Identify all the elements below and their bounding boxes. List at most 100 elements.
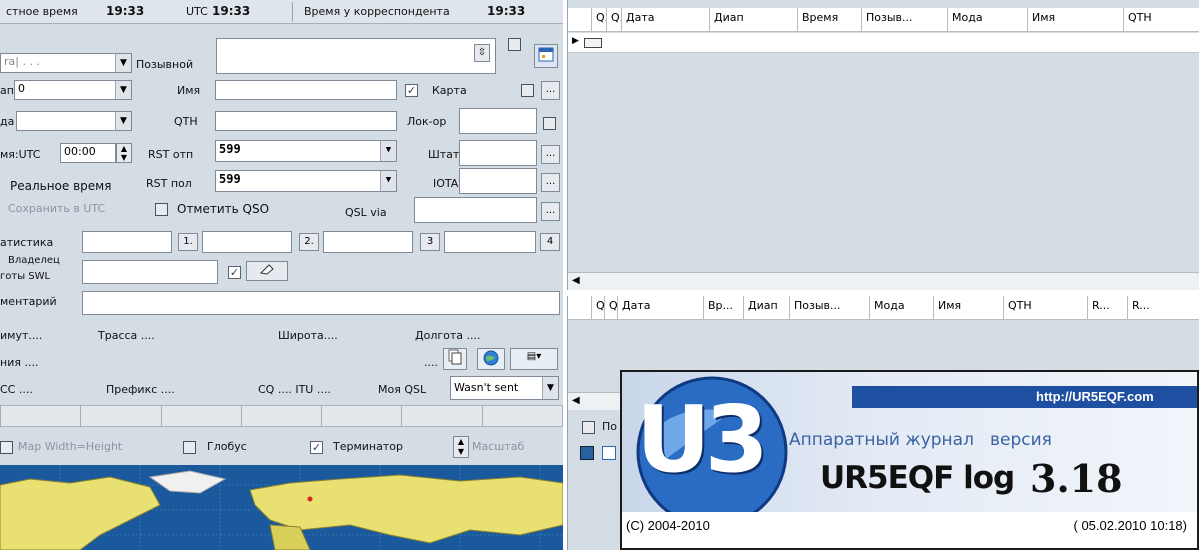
col-band[interactable]: Диап (710, 8, 798, 31)
divider (292, 2, 293, 22)
eraser-icon[interactable] (246, 261, 288, 281)
map-checkbox[interactable]: ✓ (405, 84, 418, 97)
cq-itu-label: CQ .... ITU .... (258, 383, 331, 396)
horizontal-scrollbar[interactable]: ◀ (568, 272, 1199, 290)
state-label: Штат (428, 148, 460, 161)
stats-button-2[interactable]: 2. (299, 233, 319, 251)
time-input[interactable]: 00:00 (60, 143, 116, 163)
qsl-via-label: QSL via (345, 206, 387, 219)
state-input[interactable] (459, 140, 537, 166)
col2-name[interactable]: Имя (934, 296, 1004, 319)
swl-label-2: готы SWL (0, 271, 51, 282)
country-dropdown[interactable]: ra| . . . ▼ (0, 53, 132, 73)
splash-banner: http://UR5EQF.com U3 Аппаратный журнал в… (622, 372, 1197, 512)
copyright-text: (C) 2004-2010 (626, 518, 710, 533)
stats-input-4[interactable] (444, 231, 536, 253)
comment-label: ментарий (0, 295, 57, 308)
table-row[interactable]: ▶ (568, 33, 1199, 53)
world-map[interactable] (0, 465, 563, 550)
qsl-via-input[interactable] (414, 197, 537, 223)
edit-row-icon (584, 38, 602, 48)
chevron-down-icon: ▼ (115, 54, 131, 72)
terminator-checkbox[interactable]: ✓ (310, 441, 323, 454)
col2-q1[interactable]: Q (592, 296, 605, 319)
stats-button-3[interactable]: 3 (420, 233, 440, 251)
mark-qso-checkbox[interactable] (155, 203, 168, 216)
comment-input[interactable] (82, 291, 560, 315)
calendar-icon[interactable] (534, 44, 558, 68)
prefix-label: Префикс .... (106, 383, 175, 396)
globe-icon[interactable] (477, 348, 505, 370)
name2-label: ния .... (0, 356, 39, 369)
save-utc-label[interactable]: Сохранить в UTC (8, 202, 105, 215)
stats-input-2[interactable] (202, 231, 292, 253)
ellipsis-button[interactable]: ... (541, 81, 560, 100)
ellipsis-button[interactable]: ... (541, 173, 560, 192)
map-option-checkbox[interactable] (521, 84, 534, 97)
col2-date[interactable]: Дата (618, 296, 704, 319)
splash-footer: (C) 2004-2010 ( 05.02.2010 10:18) (622, 512, 1197, 548)
globe-checkbox[interactable] (183, 441, 196, 454)
qso-entry-panel: стное время 19:33 UTC 19:33 Время у корр… (0, 0, 563, 550)
callsign-option-checkbox[interactable] (508, 38, 521, 51)
col-qth[interactable]: QTH (1124, 8, 1198, 31)
ellipsis-button[interactable]: ... (541, 202, 560, 221)
iota-input[interactable] (459, 168, 537, 194)
chevron-down-icon: ▼ (542, 377, 558, 399)
stats-button-4[interactable]: 4 (540, 233, 560, 251)
name-input[interactable] (215, 80, 397, 100)
view-menu-icon[interactable]: ▤▾ (510, 348, 558, 370)
rst-rcvd-dropdown[interactable]: 599 ▼ (215, 170, 397, 192)
qth-input[interactable] (215, 111, 397, 131)
col-mode[interactable]: Мода (948, 8, 1028, 31)
url-text: http://UR5EQF.com (1036, 389, 1154, 404)
mode-dropdown[interactable]: ▼ (16, 111, 132, 131)
grid-toolbar-icon[interactable] (580, 446, 594, 460)
globe-label: Глобус (207, 440, 247, 453)
col2-qth[interactable]: QTH (1004, 296, 1088, 319)
col2-r2[interactable]: R... (1128, 296, 1168, 319)
corr-time-value: 19:33 (487, 4, 526, 18)
col2-callsign[interactable]: Позыв... (790, 296, 870, 319)
rst-sent-dropdown[interactable]: 599 ▼ (215, 140, 397, 162)
locator-option-checkbox[interactable] (543, 117, 556, 130)
ellipsis-button[interactable]: ... (541, 145, 560, 164)
my-qsl-value: Wasn't sent (454, 381, 519, 394)
col2-r1[interactable]: R... (1088, 296, 1128, 319)
col-q1[interactable]: Q. (592, 8, 607, 31)
col-date[interactable]: Дата (622, 8, 710, 31)
swap-icon[interactable]: ⇳ (474, 44, 490, 62)
dots-label: .... (424, 356, 438, 369)
new-record-icon[interactable] (602, 446, 616, 460)
stats-input-1[interactable] (82, 231, 172, 253)
my-qsl-dropdown[interactable]: Wasn't sent ▼ (450, 376, 559, 400)
map-wh-checkbox[interactable] (0, 441, 13, 454)
band-dropdown[interactable]: 0 ▼ (14, 80, 132, 100)
time-bar: стное время 19:33 UTC 19:33 Время у корр… (0, 0, 563, 24)
col2-q2[interactable]: Q (605, 296, 618, 319)
col-q2[interactable]: Q. (607, 8, 622, 31)
scale-spin-icon[interactable]: ▲ ▼ (453, 436, 469, 458)
col-time[interactable]: Время (798, 8, 862, 31)
col2-mode[interactable]: Мода (870, 296, 934, 319)
callsign-input[interactable] (216, 38, 496, 74)
map-checkbox-label: Карта (432, 84, 467, 97)
po-checkbox[interactable] (582, 421, 595, 434)
locator-input[interactable] (459, 108, 537, 134)
col-callsign[interactable]: Позыв... (862, 8, 948, 31)
col2-band[interactable]: Диап (744, 296, 790, 319)
col-name[interactable]: Имя (1028, 8, 1124, 31)
chevron-down-icon: ▼ (380, 141, 396, 161)
local-time-value: 19:33 (106, 4, 145, 18)
build-date: ( 05.02.2010 10:18) (1073, 518, 1187, 533)
scroll-left-icon[interactable]: ◀ (572, 395, 580, 406)
swl-checkbox[interactable]: ✓ (228, 266, 241, 279)
scroll-left-icon[interactable]: ◀ (572, 275, 580, 286)
stats-button-1[interactable]: 1. (178, 233, 198, 251)
col2-time[interactable]: Вр... (704, 296, 744, 319)
swl-input[interactable] (82, 260, 218, 284)
time-spin-icon[interactable]: ▲ ▼ (116, 143, 132, 163)
callsign-label: Позывной (136, 58, 194, 71)
stats-input-3[interactable] (323, 231, 413, 253)
copy-icon[interactable] (443, 348, 467, 370)
